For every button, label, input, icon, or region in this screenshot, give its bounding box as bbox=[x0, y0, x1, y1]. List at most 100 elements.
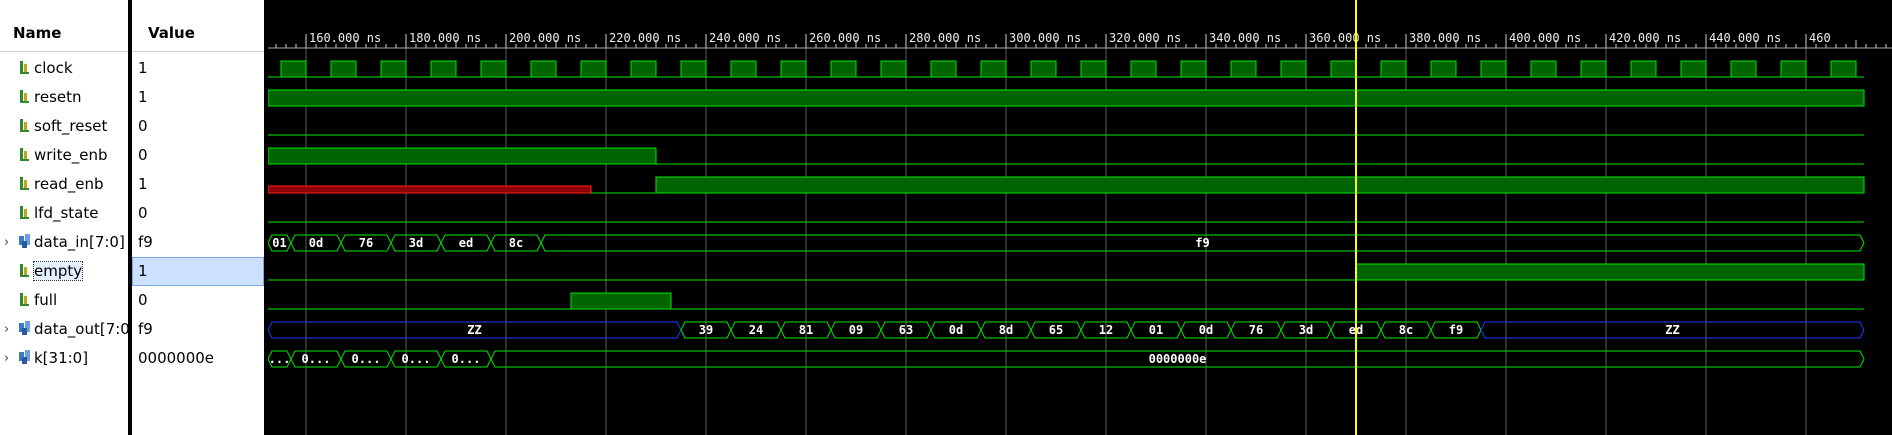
clock-high-pulse bbox=[1730, 60, 1757, 78]
clock-high-pulse bbox=[1280, 60, 1307, 78]
signal-value[interactable]: 0 bbox=[132, 199, 264, 228]
signal-name: data_in[7:0] bbox=[34, 233, 125, 251]
signal-name-row[interactable]: › k[31:0] bbox=[0, 344, 128, 373]
expand-chevron-icon[interactable]: › bbox=[4, 315, 9, 344]
clock-high-pulse bbox=[780, 60, 807, 78]
signal-name-row[interactable]: resetn bbox=[0, 83, 128, 112]
bus-value-label: 8c bbox=[509, 236, 523, 250]
bus-value-label: 0... bbox=[302, 352, 331, 366]
clock-high-pulse bbox=[730, 60, 757, 78]
signal-name: full bbox=[34, 291, 58, 309]
bit-signal-icon bbox=[18, 259, 32, 277]
bus-value-label: 0... bbox=[402, 352, 431, 366]
time-tick-label: 460 bbox=[1809, 31, 1831, 45]
clock-high-pulse bbox=[1080, 60, 1107, 78]
signal-name: resetn bbox=[34, 88, 82, 106]
bus-value-label: 8c bbox=[1399, 323, 1413, 337]
time-tick-label: 220.000 ns bbox=[609, 31, 681, 45]
signal-name-row[interactable]: › data_in[7:0] bbox=[0, 228, 128, 257]
signal-value[interactable]: 0 bbox=[132, 112, 264, 141]
bus-value-label: 01 bbox=[272, 236, 286, 250]
waveform-svg[interactable]: 160.000 ns 180.000 ns 200.000 ns 220.000 ns… bbox=[268, 0, 1892, 435]
bus-value-label: ZZ bbox=[1665, 323, 1679, 337]
bus-value-label: 0d bbox=[309, 236, 323, 250]
signal-name-row[interactable]: lfd_state bbox=[0, 199, 128, 228]
clock-high-pulse bbox=[380, 60, 407, 78]
bus-value-label: 3d bbox=[409, 236, 423, 250]
signal-name-row[interactable]: write_enb bbox=[0, 141, 128, 170]
clock-high-pulse bbox=[1780, 60, 1807, 78]
signal-name-row[interactable]: › data_out[7:0] bbox=[0, 315, 136, 344]
bit-high-segment bbox=[1355, 263, 1865, 281]
clock-high-pulse bbox=[1530, 60, 1557, 78]
bit-high-segment bbox=[655, 176, 1865, 194]
clock-high-pulse bbox=[1630, 60, 1657, 78]
bus-value-label: 09 bbox=[849, 323, 863, 337]
bus-value-label: 65 bbox=[1049, 323, 1063, 337]
time-tick-label: 300.000 ns bbox=[1009, 31, 1081, 45]
clock-high-pulse bbox=[480, 60, 507, 78]
name-column-header[interactable]: Name bbox=[0, 14, 128, 52]
bit-signal-icon bbox=[18, 56, 32, 74]
bus-value-label: f9 bbox=[1449, 323, 1463, 337]
signal-value[interactable]: 1 bbox=[132, 170, 264, 199]
signal-value[interactable]: f9 bbox=[132, 315, 264, 344]
signal-name: empty bbox=[32, 261, 84, 281]
bus-value-label: ed bbox=[459, 236, 473, 250]
signal-name-row[interactable]: full bbox=[0, 286, 128, 315]
bus-value-label: 0... bbox=[452, 352, 481, 366]
signal-name: lfd_state bbox=[34, 204, 99, 222]
time-tick-label: 360.000 ns bbox=[1309, 31, 1381, 45]
bus-value-label: 24 bbox=[749, 323, 763, 337]
value-column-header[interactable]: Value bbox=[132, 14, 264, 52]
clock-high-pulse bbox=[530, 60, 557, 78]
bus-value-label: 76 bbox=[359, 236, 373, 250]
bus-value-label: 8d bbox=[999, 323, 1013, 337]
bus-value-label: 0... bbox=[352, 352, 381, 366]
signal-name-row[interactable]: read_enb bbox=[0, 170, 128, 199]
bus-value-label: f9 bbox=[1195, 236, 1209, 250]
signal-value[interactable]: 1 bbox=[132, 54, 264, 83]
bus-value-label: 63 bbox=[899, 323, 913, 337]
signal-value[interactable]: 1 bbox=[132, 257, 264, 286]
bus-value-label: ... bbox=[269, 352, 291, 366]
time-tick-label: 260.000 ns bbox=[809, 31, 881, 45]
signal-value[interactable]: 1 bbox=[132, 83, 264, 112]
signal-name: write_enb bbox=[34, 146, 108, 164]
bus-signal-icon bbox=[18, 346, 32, 364]
signal-value[interactable]: 0 bbox=[132, 141, 264, 170]
waveform-canvas[interactable]: 160.000 ns 180.000 ns 200.000 ns 220.000 ns… bbox=[268, 0, 1892, 435]
bus-value-label: 01 bbox=[1149, 323, 1163, 337]
bus-value-label: 0d bbox=[1199, 323, 1213, 337]
signal-name-panel: Name clock resetn soft_reset write_enb read_… bbox=[0, 0, 136, 435]
signal-name: soft_reset bbox=[34, 117, 108, 135]
time-tick-label: 440.000 ns bbox=[1709, 31, 1781, 45]
signal-name-row[interactable]: empty bbox=[0, 257, 128, 286]
clock-high-pulse bbox=[430, 60, 457, 78]
bus-signal-icon bbox=[18, 317, 32, 335]
time-tick-label: 340.000 ns bbox=[1209, 31, 1281, 45]
signal-name-row[interactable]: clock bbox=[0, 54, 128, 83]
time-tick-label: 240.000 ns bbox=[709, 31, 781, 45]
signal-value-panel: Value 1 1 0 0 1 0 f9 1 0 f9 0000000e bbox=[132, 0, 264, 435]
clock-high-pulse bbox=[1130, 60, 1157, 78]
clock-high-pulse bbox=[1180, 60, 1207, 78]
bit-high-segment bbox=[268, 147, 657, 165]
clock-high-pulse bbox=[1580, 60, 1607, 78]
time-tick-label: 400.000 ns bbox=[1509, 31, 1581, 45]
signal-name: read_enb bbox=[34, 175, 104, 193]
bus-value-label: ZZ bbox=[467, 323, 481, 337]
signal-value[interactable]: 0 bbox=[132, 286, 264, 315]
bus-value-label: 0000000e bbox=[1149, 352, 1207, 366]
signal-value[interactable]: 0000000e bbox=[132, 344, 264, 373]
bus-signal-icon bbox=[18, 230, 32, 248]
expand-chevron-icon[interactable]: › bbox=[4, 344, 9, 373]
expand-chevron-icon[interactable]: › bbox=[4, 228, 9, 257]
signal-name-row[interactable]: soft_reset bbox=[0, 112, 128, 141]
signal-name: clock bbox=[34, 59, 73, 77]
bit-signal-icon bbox=[18, 85, 32, 103]
clock-high-pulse bbox=[280, 60, 307, 78]
clock-high-pulse bbox=[1480, 60, 1507, 78]
bit-signal-icon bbox=[18, 288, 32, 306]
signal-value[interactable]: f9 bbox=[132, 228, 264, 257]
